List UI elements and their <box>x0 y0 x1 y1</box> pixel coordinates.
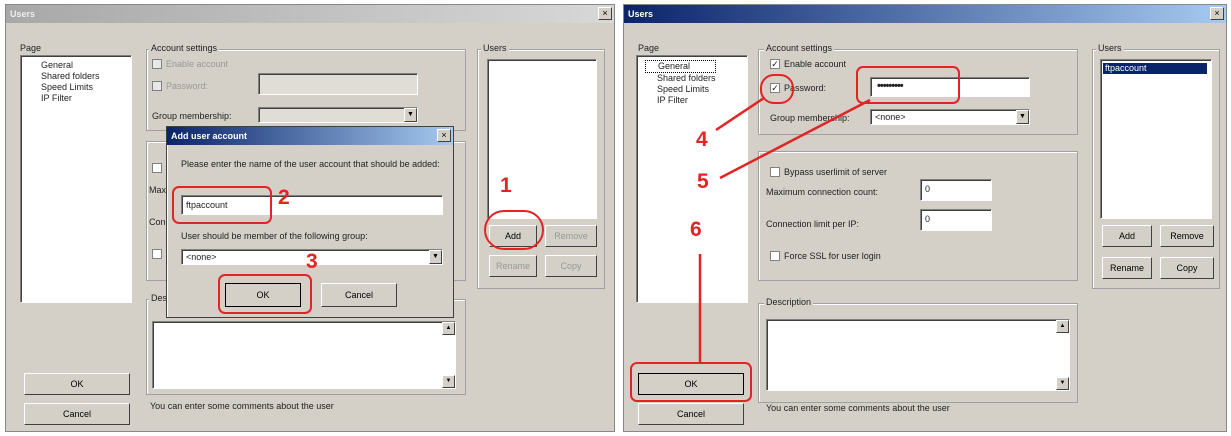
right-group-dropdown-icon[interactable]: ▼ <box>1016 110 1029 124</box>
right-comment-hint: You can enter some comments about the us… <box>766 403 950 413</box>
right-max-conn-input[interactable]: 0 <box>920 179 992 201</box>
left-enable-account-checkbox[interactable] <box>152 59 162 69</box>
right-description-textarea[interactable]: ▲ ▼ <box>766 319 1070 391</box>
left-password-field[interactable] <box>258 73 418 95</box>
right-rename-button[interactable]: Rename <box>1102 257 1152 279</box>
left-password-label: Password: <box>166 81 209 91</box>
annotation-step-5: 5 <box>697 170 709 193</box>
right-max-conn-value: 0 <box>925 184 931 194</box>
left-desc-scroll-down-icon[interactable]: ▼ <box>442 375 455 388</box>
annotation-rect-ok-right <box>630 362 752 402</box>
right-users-list[interactable]: ftpaccount <box>1100 59 1212 219</box>
right-desc-scroll-down-icon[interactable]: ▼ <box>1056 377 1069 390</box>
right-desc-scroll-up-icon[interactable]: ▲ <box>1056 320 1069 333</box>
left-group-dropdown-icon[interactable]: ▼ <box>404 108 417 122</box>
dialog-group-dropdown-icon[interactable]: ▼ <box>429 250 442 264</box>
annotation-rect-password-check <box>760 74 794 104</box>
dialog-title: Add user account <box>171 131 248 141</box>
right-force-ssl-label: Force SSL for user login <box>784 251 881 261</box>
right-remove-button[interactable]: Remove <box>1160 225 1214 247</box>
left-group-membership-label: Group membership: <box>152 111 232 121</box>
right-force-ssl-checkbox[interactable] <box>770 251 780 261</box>
left-desc-scroll-up-icon[interactable]: ▲ <box>442 322 455 335</box>
dialog-group-prompt: User should be member of the following g… <box>181 231 368 241</box>
right-add-button[interactable]: Add <box>1102 225 1152 247</box>
right-tree-speed-limits[interactable]: Speed Limits <box>645 84 716 95</box>
right-bypass-label: Bypass userlimit of server <box>784 167 888 177</box>
left-behind-checkbox-2[interactable] <box>152 249 162 259</box>
annotation-step-6: 6 <box>690 218 702 241</box>
left-cancel-button[interactable]: Cancel <box>24 403 130 425</box>
left-behind-max-label: Max <box>149 185 167 195</box>
left-tree-speed-limits[interactable]: Speed Limits <box>29 82 100 93</box>
right-tree-general[interactable]: General <box>645 60 716 73</box>
right-tree-shared-folders[interactable]: Shared folders <box>645 73 716 84</box>
left-ok-button[interactable]: OK <box>24 373 130 395</box>
dialog-close-icon[interactable]: × <box>437 129 451 142</box>
left-rename-button[interactable]: Rename <box>489 255 537 277</box>
left-window-titlebar: Users <box>6 5 614 23</box>
right-conn-limit-input[interactable]: 0 <box>920 209 992 231</box>
right-conn-limit-value: 0 <box>925 214 931 224</box>
annotation-rect-name <box>172 186 272 224</box>
right-tree-ip-filter[interactable]: IP Filter <box>645 95 716 106</box>
annotation-step-1: 1 <box>500 174 512 197</box>
right-group-select[interactable]: <none> ▼ <box>870 109 1030 125</box>
right-page-tree: General Shared folders Speed Limits IP F… <box>636 55 748 303</box>
right-conn-limit-label: Connection limit per IP: <box>766 219 860 229</box>
right-users-label: Users <box>1096 43 1124 53</box>
annotation-rect-add <box>484 210 544 250</box>
dialog-prompt: Please enter the name of the user accoun… <box>181 159 440 169</box>
right-description-label: Description <box>764 297 814 307</box>
right-cancel-button[interactable]: Cancel <box>638 403 744 425</box>
right-window-title: Users <box>628 9 654 19</box>
right-close-icon[interactable]: × <box>1210 7 1224 20</box>
left-enable-account-label: Enable account <box>166 59 229 69</box>
left-group-select[interactable]: ▼ <box>258 107 418 123</box>
left-page-label: Page <box>20 43 42 53</box>
right-account-settings-label: Account settings <box>764 43 835 53</box>
left-behind-con-label: Con <box>149 217 166 227</box>
left-account-settings-label: Account settings <box>149 43 220 53</box>
annotation-step-4: 4 <box>696 128 708 151</box>
annotation-rect-password-field <box>856 66 960 104</box>
left-tree-ip-filter[interactable]: IP Filter <box>29 93 100 104</box>
right-user-list-item[interactable]: ftpaccount <box>1103 63 1207 74</box>
left-description-textarea[interactable]: ▲ ▼ <box>152 321 456 389</box>
annotation-rect-ok <box>218 274 312 314</box>
left-copy-button[interactable]: Copy <box>545 255 597 277</box>
right-copy-button[interactable]: Copy <box>1160 257 1214 279</box>
annotation-step-3: 3 <box>306 250 318 273</box>
dialog-titlebar: Add user account <box>167 127 453 145</box>
right-bypass-checkbox[interactable] <box>770 167 780 177</box>
left-page-tree: General Shared folders Speed Limits IP F… <box>20 55 132 303</box>
right-page-label: Page <box>638 43 660 53</box>
left-comment-hint: You can enter some comments about the us… <box>150 401 334 411</box>
right-max-conn-label: Maximum connection count: <box>766 187 879 197</box>
right-enable-account-label: Enable account <box>784 59 847 69</box>
left-password-checkbox[interactable] <box>152 81 162 91</box>
right-group-value: <none> <box>875 112 906 122</box>
right-group-membership-label: Group membership: <box>770 113 850 123</box>
right-enable-account-checkbox[interactable]: ✓ <box>770 59 780 69</box>
left-tree-shared-folders[interactable]: Shared folders <box>29 71 100 82</box>
annotation-step-2: 2 <box>278 186 290 209</box>
left-behind-checkbox[interactable] <box>152 163 162 173</box>
left-close-icon[interactable]: × <box>598 7 612 20</box>
dialog-cancel-button[interactable]: Cancel <box>321 283 397 307</box>
left-window-title: Users <box>10 9 36 19</box>
left-users-label: Users <box>481 43 509 53</box>
right-window-titlebar: Users <box>624 5 1226 23</box>
left-tree-general[interactable]: General <box>29 60 100 71</box>
left-remove-button[interactable]: Remove <box>545 225 597 247</box>
dialog-group-value: <none> <box>186 252 217 262</box>
